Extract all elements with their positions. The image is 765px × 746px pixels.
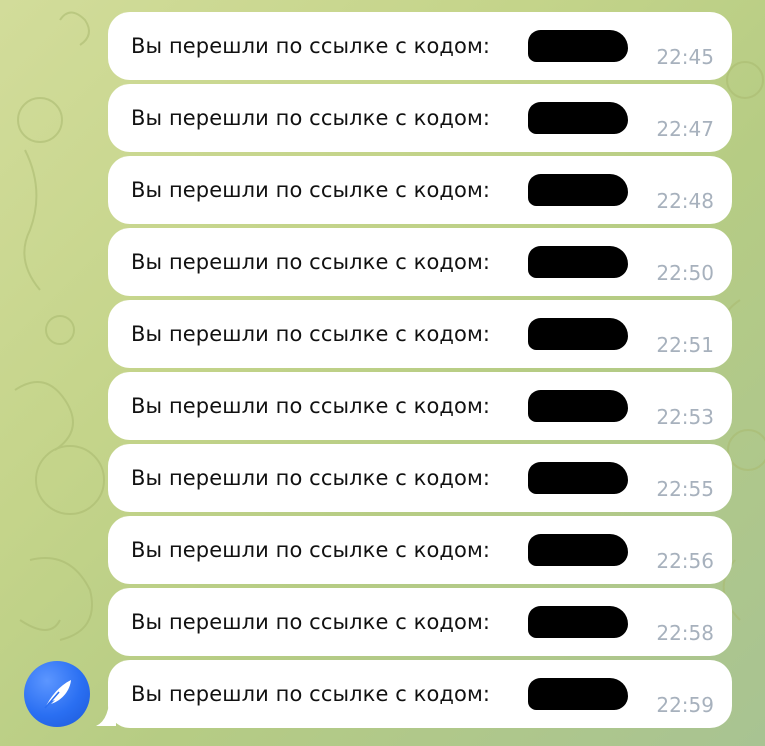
message-text: Вы перешли по ссылке с кодом: xyxy=(131,178,491,202)
message-timestamp: 22:51 xyxy=(656,333,714,357)
redacted-code-blot xyxy=(528,534,628,566)
message-timestamp: 22:45 xyxy=(656,45,714,69)
message-text: Вы перешли по ссылке с кодом: xyxy=(131,466,491,490)
message-text: Вы перешли по ссылке с кодом: xyxy=(131,322,491,346)
message-text: Вы перешли по ссылке с кодом: xyxy=(131,394,491,418)
message-text: Вы перешли по ссылке с кодом: xyxy=(131,34,491,58)
chat-message-feed[interactable]: Вы перешли по ссылке с кодом: 22:45 Вы пер… xyxy=(0,0,765,746)
redacted-code-blot xyxy=(528,246,628,278)
message-bubble[interactable]: Вы перешли по ссылке с кодом: 22:56 xyxy=(108,516,732,584)
message-timestamp: 22:56 xyxy=(656,549,714,573)
message-bubble[interactable]: Вы перешли по ссылке с кодом: 22:48 xyxy=(108,156,732,224)
redacted-code-blot xyxy=(528,678,628,710)
sender-avatar[interactable] xyxy=(24,661,90,727)
message-bubble[interactable]: Вы перешли по ссылке с кодом: 22:55 xyxy=(108,444,732,512)
message-bubble[interactable]: Вы перешли по ссылке с кодом: 22:53 xyxy=(108,372,732,440)
message-timestamp: 22:55 xyxy=(656,477,714,501)
bubble-tail xyxy=(96,690,116,726)
message-timestamp: 22:50 xyxy=(656,261,714,285)
message-bubble[interactable]: Вы перешли по ссылке с кодом: 22:51 xyxy=(108,300,732,368)
message-timestamp: 22:53 xyxy=(656,405,714,429)
redacted-code-blot xyxy=(528,606,628,638)
message-timestamp: 22:59 xyxy=(656,693,714,717)
redacted-code-blot xyxy=(528,174,628,206)
message-bubble[interactable]: Вы перешли по ссылке с кодом: 22:45 xyxy=(108,12,732,80)
message-bubble[interactable]: Вы перешли по ссылке с кодом: 22:58 xyxy=(108,588,732,656)
redacted-code-blot xyxy=(528,318,628,350)
message-text: Вы перешли по ссылке с кодом: xyxy=(131,250,491,274)
message-text: Вы перешли по ссылке с кодом: xyxy=(131,682,491,706)
quill-feather-icon xyxy=(44,680,71,709)
redacted-code-blot xyxy=(528,30,628,62)
message-timestamp: 22:48 xyxy=(656,189,714,213)
redacted-code-blot xyxy=(528,462,628,494)
message-text: Вы перешли по ссылке с кодом: xyxy=(131,106,491,130)
redacted-code-blot xyxy=(528,102,628,134)
message-bubble[interactable]: Вы перешли по ссылке с кодом: 22:47 xyxy=(108,84,732,152)
message-bubble[interactable]: Вы перешли по ссылке с кодом: 22:59 xyxy=(108,660,732,728)
message-timestamp: 22:47 xyxy=(656,117,714,141)
redacted-code-blot xyxy=(528,390,628,422)
message-text: Вы перешли по ссылке с кодом: xyxy=(131,538,491,562)
message-bubble[interactable]: Вы перешли по ссылке с кодом: 22:50 xyxy=(108,228,732,296)
message-text: Вы перешли по ссылке с кодом: xyxy=(131,610,491,634)
message-timestamp: 22:58 xyxy=(656,621,714,645)
